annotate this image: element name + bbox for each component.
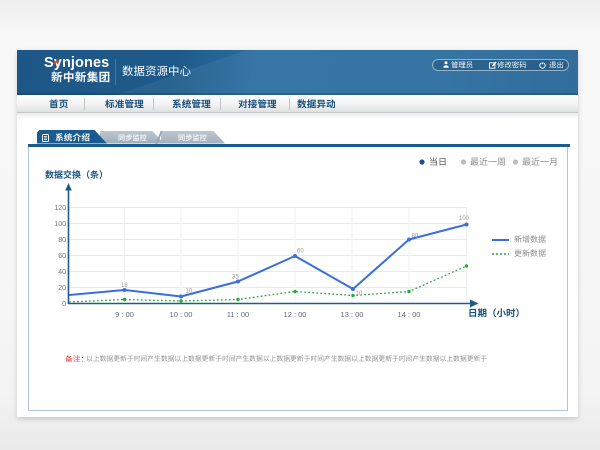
svg-text:60: 60 [297,248,304,254]
svg-text:35: 35 [232,274,239,280]
svg-text:13 : 00: 13 : 00 [341,310,364,319]
svg-text:10 : 00: 10 : 00 [170,310,193,319]
svg-text:80: 80 [412,233,419,239]
svg-text:14 : 00: 14 : 00 [398,310,421,319]
svg-text:11 : 00: 11 : 00 [227,310,249,319]
svg-text:80: 80 [58,236,66,243]
svg-text:10: 10 [356,291,363,297]
svg-text:18: 18 [121,283,128,289]
svg-text:40: 40 [58,268,66,275]
svg-text:60: 60 [58,252,66,259]
svg-text:9 : 00: 9 : 00 [115,310,134,319]
svg-text:100: 100 [54,220,66,227]
svg-text:120: 120 [54,204,66,211]
svg-text:0: 0 [62,300,66,307]
svg-text:12 : 00: 12 : 00 [284,310,307,319]
svg-text:10: 10 [186,288,193,294]
svg-text:100: 100 [459,216,470,222]
svg-text:20: 20 [58,284,66,291]
